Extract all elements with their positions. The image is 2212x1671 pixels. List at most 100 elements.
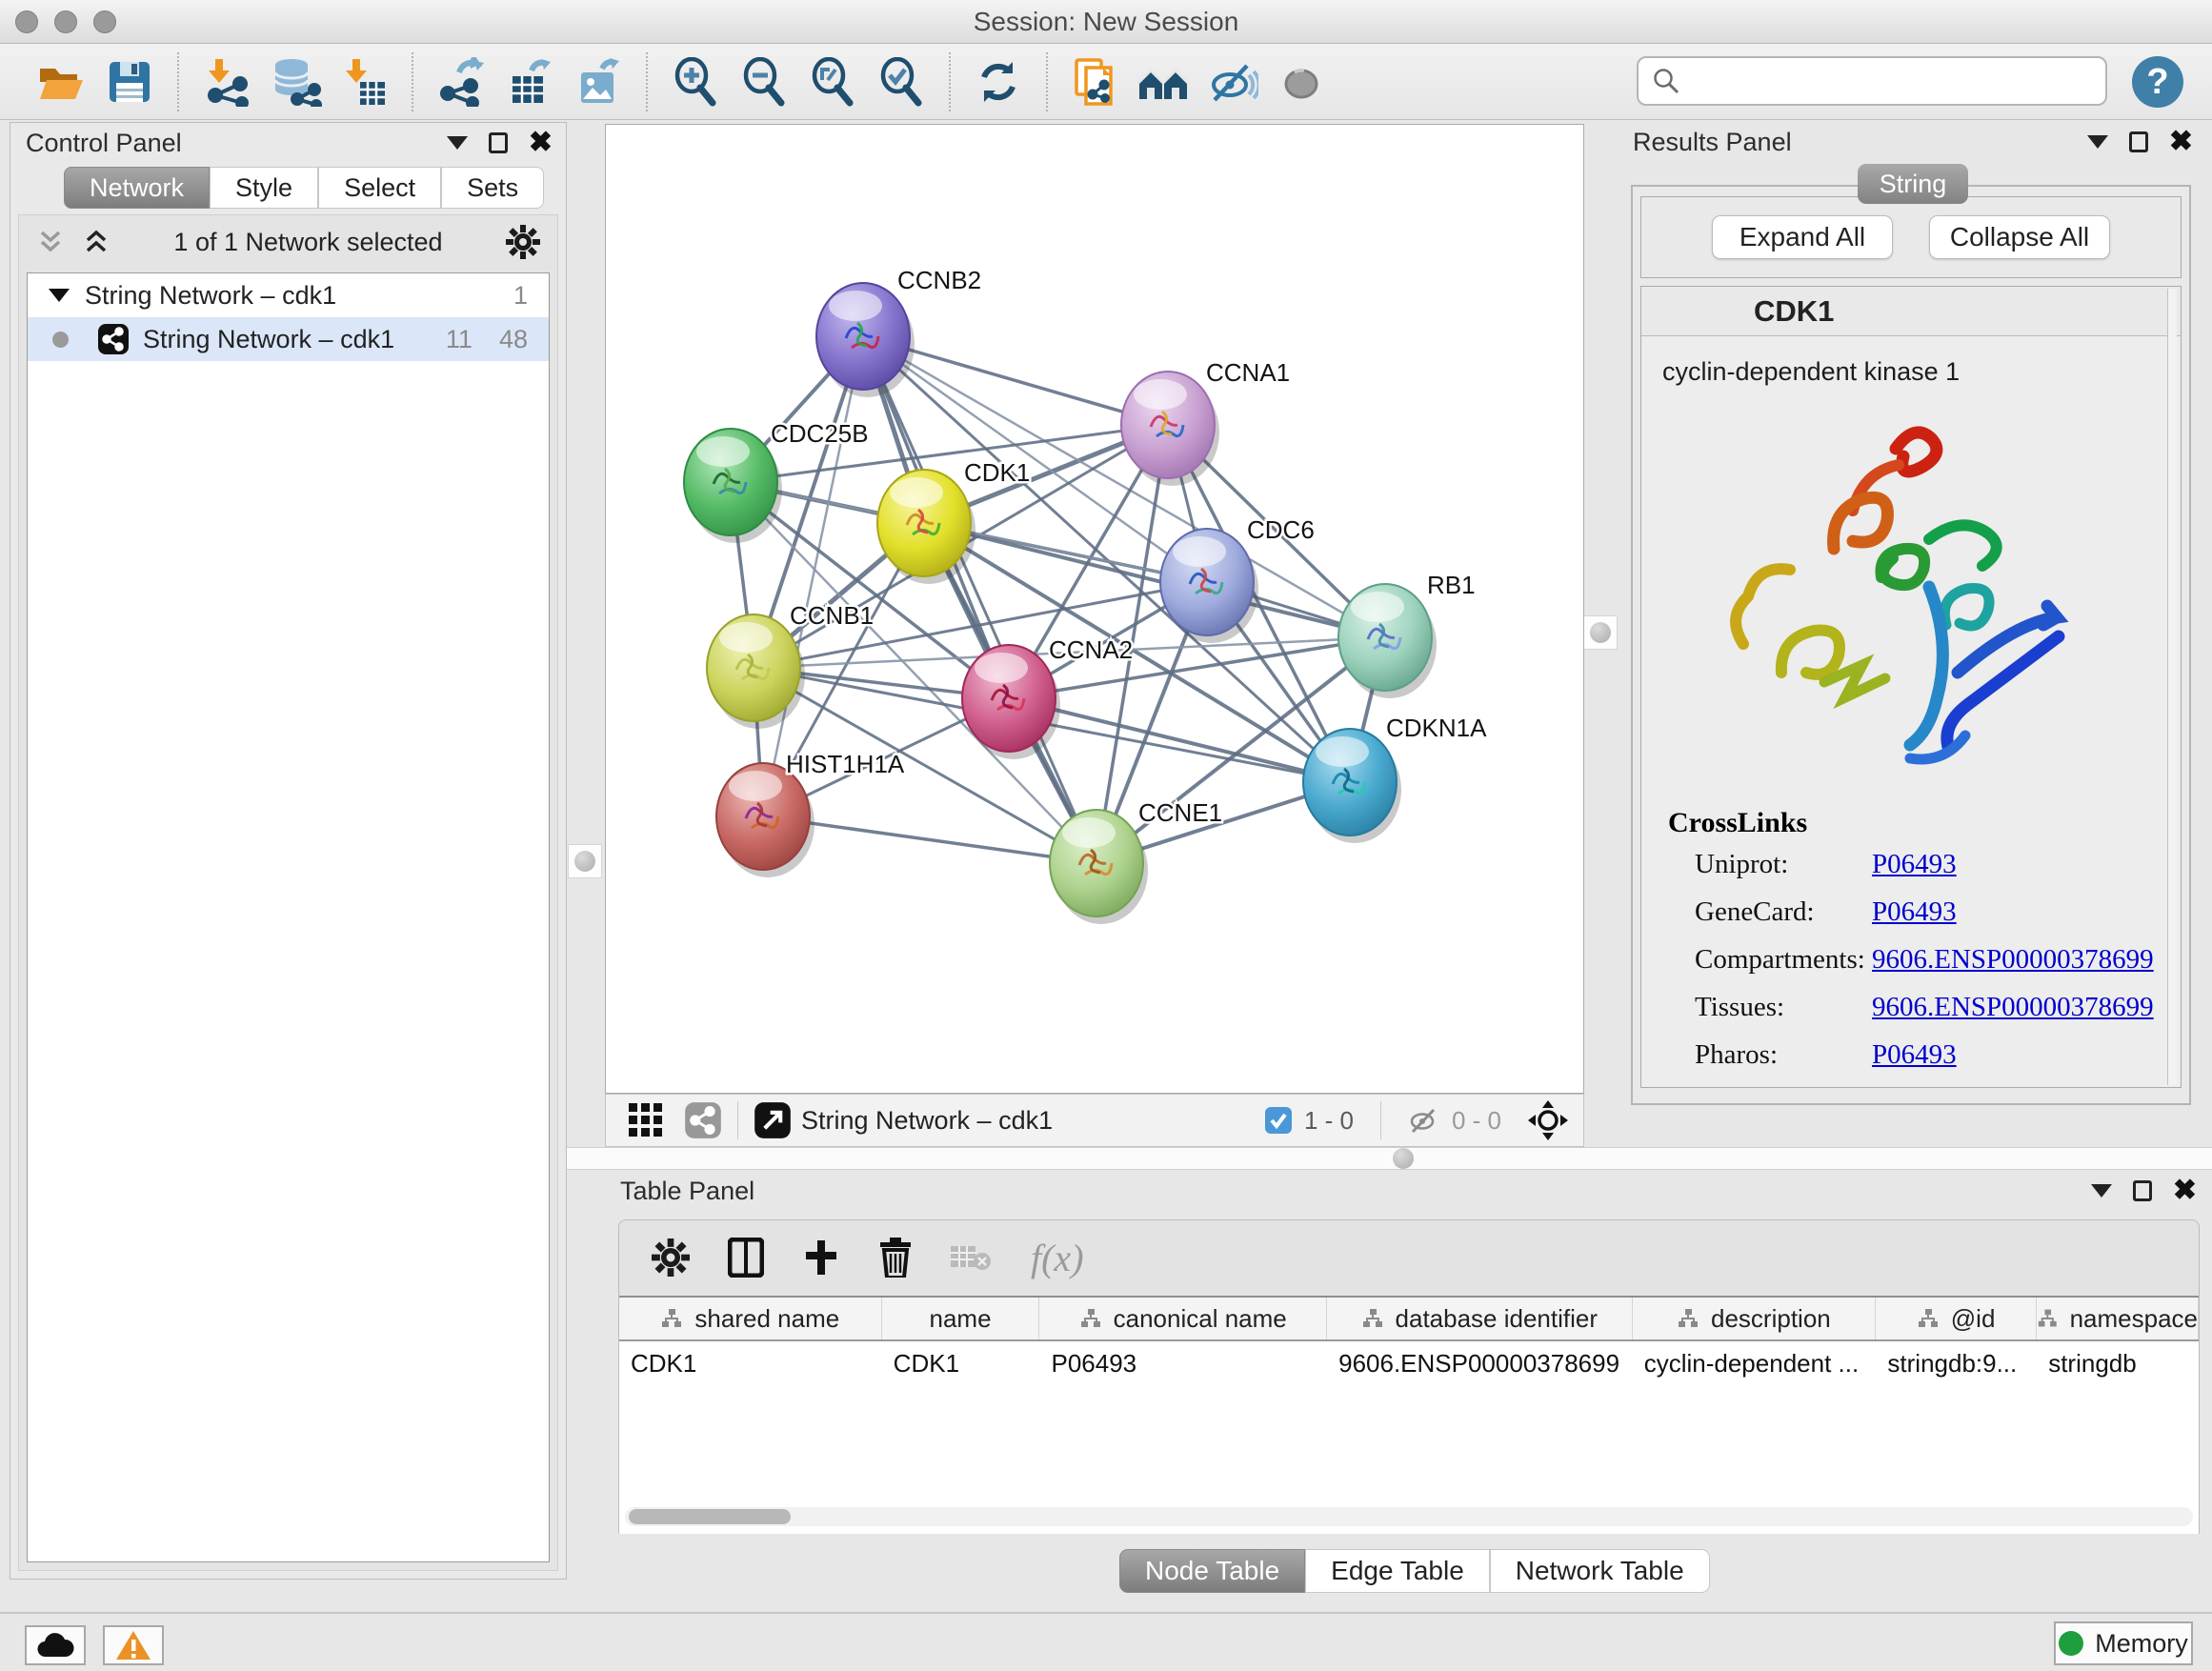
show-columns-icon[interactable] <box>728 1238 764 1278</box>
network-edge[interactable] <box>924 523 1385 637</box>
gear-icon[interactable] <box>506 225 540 259</box>
close-panel-icon[interactable]: ✖ <box>529 129 553 157</box>
birds-eye-icon[interactable] <box>1526 1098 1570 1142</box>
selected-checkbox-icon[interactable] <box>1264 1106 1293 1135</box>
crosslink-compartments-link[interactable]: 9606.ENSP00000378699 <box>1872 944 2154 976</box>
tab-select[interactable]: Select <box>318 167 441 209</box>
preview-button[interactable] <box>1267 51 1336 112</box>
save-session-button[interactable] <box>95 51 164 112</box>
export-image-button[interactable] <box>564 51 633 112</box>
table-row[interactable]: CDK1CDK1P064939606.ENSP00000378699cyclin… <box>619 1341 2199 1385</box>
network-edge[interactable] <box>863 336 1096 863</box>
network-node-hist1h1a[interactable]: HIST1H1A <box>716 750 905 877</box>
import-table-button[interactable] <box>330 51 398 112</box>
delete-trash-icon[interactable] <box>878 1238 913 1278</box>
zoom-in-button[interactable] <box>661 51 730 112</box>
tab-sets[interactable]: Sets <box>441 167 544 209</box>
network-row[interactable]: String Network – cdk1 11 48 <box>28 317 549 361</box>
zoom-selected-button[interactable] <box>867 51 935 112</box>
hidden-eye-icon[interactable] <box>1408 1106 1440 1135</box>
network-node-ccnb1[interactable]: CCNB1 <box>707 601 874 729</box>
tab-string[interactable]: String <box>1858 164 1968 204</box>
crosslink-genecard-link[interactable]: P06493 <box>1872 896 1957 928</box>
grid-mode-icon[interactable] <box>627 1101 665 1139</box>
left-splitter-handle[interactable] <box>568 844 602 878</box>
table-cell[interactable]: P06493 <box>1039 1341 1327 1385</box>
panel-menu-icon[interactable] <box>447 136 468 150</box>
column-header--id[interactable]: @id <box>1876 1298 2037 1339</box>
panel-menu-icon[interactable] <box>2091 1184 2112 1198</box>
open-session-button[interactable] <box>27 51 95 112</box>
table-cell[interactable]: 9606.ENSP00000378699 <box>1327 1341 1633 1385</box>
left-splitter[interactable] <box>567 122 605 1580</box>
network-node-cdkn1a[interactable]: CDKN1A <box>1303 714 1487 843</box>
clone-network-button[interactable] <box>1061 51 1130 112</box>
table-cell[interactable]: cyclin-dependent ... <box>1633 1341 1877 1385</box>
crosslink-tissues-link[interactable]: 9606.ENSP00000378699 <box>1872 992 2154 1023</box>
tab-network-table[interactable]: Network Table <box>1490 1549 1710 1593</box>
right-splitter[interactable] <box>1583 122 1619 1147</box>
network-collection-row[interactable]: String Network – cdk1 1 <box>28 273 549 317</box>
column-header-namespace[interactable]: namespace <box>2037 1298 2199 1339</box>
network-node-ccne1[interactable]: CCNE1 <box>1050 798 1222 924</box>
export-table-button[interactable] <box>495 51 564 112</box>
tab-network[interactable]: Network <box>64 167 210 209</box>
float-panel-icon[interactable] <box>2129 131 2148 152</box>
table-cell[interactable]: CDK1 <box>882 1341 1040 1385</box>
network-node-cdc6[interactable]: CDC6 <box>1160 515 1315 643</box>
crosslink-pharos-link[interactable]: P06493 <box>1872 1039 1957 1071</box>
help-button[interactable]: ? <box>2132 56 2183 108</box>
node-table[interactable]: shared namenamecanonical namedatabase id… <box>619 1296 2199 1534</box>
network-mode-icon[interactable] <box>684 1101 722 1139</box>
zoom-fit-button[interactable] <box>798 51 867 112</box>
first-neighbors-button[interactable] <box>1130 51 1198 112</box>
table-hscrollbar[interactable] <box>625 1507 2193 1526</box>
import-network-button[interactable] <box>192 51 261 112</box>
tab-style[interactable]: Style <box>210 167 318 209</box>
collapse-all-button[interactable]: Collapse All <box>1929 215 2110 259</box>
column-header-database-identifier[interactable]: database identifier <box>1327 1298 1633 1339</box>
show-hide-button[interactable] <box>1198 51 1267 112</box>
tab-node-table[interactable]: Node Table <box>1119 1549 1305 1593</box>
window-controls[interactable] <box>15 10 116 33</box>
collection-expander-icon[interactable] <box>49 289 70 302</box>
refresh-button[interactable] <box>964 51 1033 112</box>
right-splitter-handle[interactable] <box>1583 615 1618 650</box>
maximize-window-button[interactable] <box>93 10 116 33</box>
network-node-cdk1[interactable]: CDK1 <box>877 458 1030 584</box>
search-input[interactable] <box>1680 67 2081 96</box>
close-window-button[interactable] <box>15 10 38 33</box>
table-cell[interactable]: stringdb <box>2037 1341 2199 1385</box>
float-panel-icon[interactable] <box>489 132 508 153</box>
network-edge[interactable] <box>763 336 863 816</box>
table-cell[interactable]: stringdb:9... <box>1876 1341 2037 1385</box>
expand-all-button[interactable]: Expand All <box>1712 215 1893 259</box>
global-search[interactable] <box>1637 56 2107 106</box>
network-canvas[interactable]: CCNB2CCNA1CDC25BCDK1CDC6RB1CCNB1CCNA2CDK… <box>605 124 1584 1094</box>
panel-menu-icon[interactable] <box>2087 135 2108 149</box>
column-header-shared-name[interactable]: shared name <box>619 1298 882 1339</box>
table-cell[interactable]: CDK1 <box>619 1341 882 1385</box>
crosslink-uniprot-link[interactable]: P06493 <box>1872 849 1957 880</box>
network-node-rb1[interactable]: RB1 <box>1338 571 1476 698</box>
add-column-icon[interactable] <box>802 1238 840 1277</box>
export-network-button[interactable] <box>427 51 495 112</box>
column-header-name[interactable]: name <box>882 1298 1040 1339</box>
warning-status-button[interactable] <box>103 1625 164 1665</box>
table-settings-gear-icon[interactable] <box>652 1238 690 1277</box>
expand-all-icon[interactable] <box>82 229 111 255</box>
close-panel-icon[interactable]: ✖ <box>2173 1177 2197 1205</box>
close-panel-icon[interactable]: ✖ <box>2169 128 2193 156</box>
tab-edge-table[interactable]: Edge Table <box>1305 1549 1490 1593</box>
column-header-canonical-name[interactable]: canonical name <box>1039 1298 1327 1339</box>
import-network-from-database-button[interactable] <box>261 51 330 112</box>
minimize-window-button[interactable] <box>54 10 77 33</box>
network-node-ccna1[interactable]: CCNA1 <box>1121 358 1290 486</box>
detach-view-icon[interactable] <box>754 1101 792 1139</box>
column-header-description[interactable]: description <box>1633 1298 1877 1339</box>
memory-button[interactable]: Memory <box>2054 1621 2193 1665</box>
zoom-out-button[interactable] <box>730 51 798 112</box>
cloud-status-button[interactable] <box>25 1625 86 1665</box>
collapse-all-icon[interactable] <box>36 229 65 255</box>
network-node-cdc25b[interactable]: CDC25B <box>684 419 869 543</box>
